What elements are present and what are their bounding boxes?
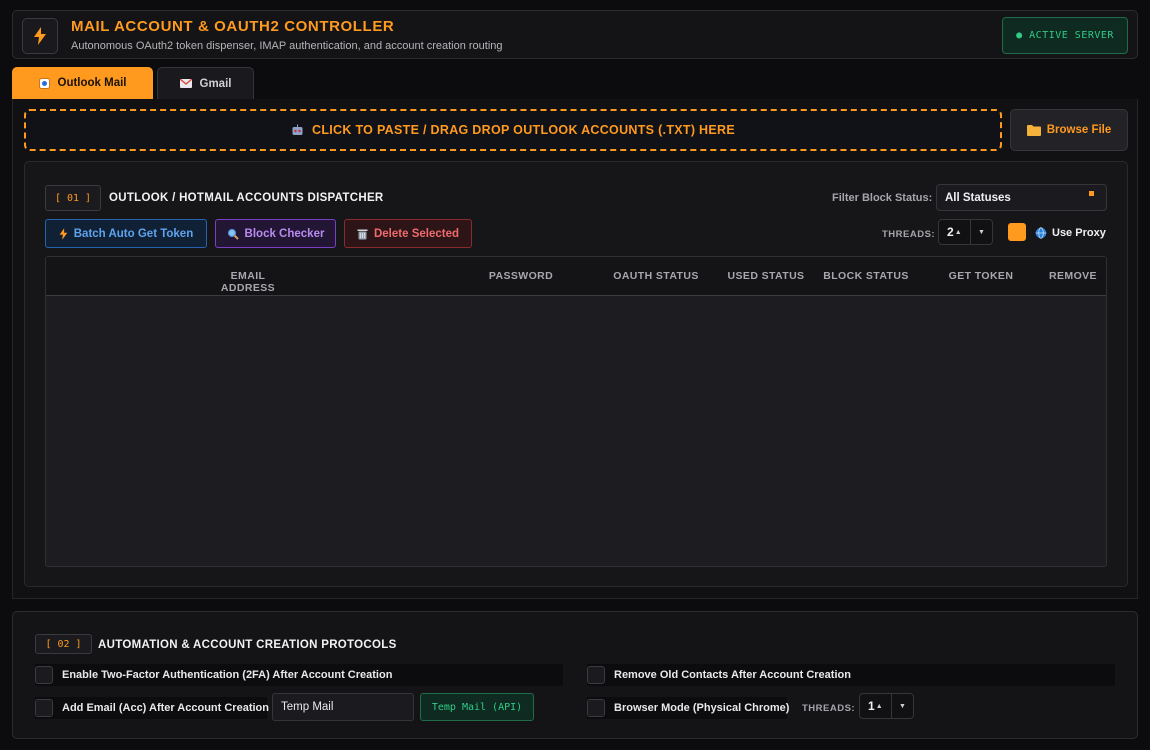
tab-gmail[interactable]: Gmail (157, 67, 254, 99)
batch-auto-get-token-button[interactable]: Batch Auto Get Token (45, 219, 207, 248)
section-number: [ 01 ] (45, 185, 101, 211)
checkbox[interactable] (587, 666, 605, 684)
app-title: MAIL ACCOUNT & OAUTH2 CONTROLLER (71, 18, 395, 35)
table-header: EMAIL ADDRESS PASSWORD OAUTH STATUS USED… (46, 257, 1106, 296)
threads-value: 2 (947, 225, 954, 239)
filter-value: All Statuses (945, 191, 1011, 204)
column-password[interactable]: PASSWORD (476, 270, 566, 282)
automation-threads-stepper[interactable]: 1 ▲ ▼ (859, 693, 914, 719)
button-label: Block Checker (244, 227, 325, 240)
chevron-down-icon[interactable]: ▼ (891, 694, 913, 718)
block-checker-button[interactable]: Block Checker (215, 219, 336, 248)
column-block-status[interactable]: BLOCK STATUS (816, 270, 916, 282)
filter-block-status-label: Filter Block Status: (832, 192, 933, 204)
column-used-status[interactable]: USED STATUS (721, 270, 811, 282)
tab-label: Outlook Mail (57, 77, 127, 89)
lightning-icon (59, 227, 68, 240)
use-proxy-checkbox[interactable] (1008, 223, 1026, 241)
option-label: Browser Mode (Physical Chrome) (614, 702, 790, 714)
column-get-token[interactable]: GET TOKEN (936, 270, 1026, 282)
gmail-icon (179, 79, 192, 88)
server-status-badge: ● ACTIVE SERVER (1002, 17, 1128, 54)
section-title: OUTLOOK / HOTMAIL ACCOUNTS DISPATCHER (109, 192, 384, 204)
lightning-icon (34, 27, 46, 45)
magnifier-icon (227, 228, 239, 240)
outlook-panel: CLICK TO PASTE / DRAG DROP OUTLOOK ACCOU… (12, 99, 1138, 599)
dropzone-label: CLICK TO PASTE / DRAG DROP OUTLOOK ACCOU… (312, 123, 735, 137)
chevron-down-icon[interactable]: ▼ (970, 220, 992, 244)
spin-up-icon[interactable]: ▲ (876, 703, 883, 710)
threads-label: THREADS: (882, 229, 936, 240)
temp-mail-api-button[interactable]: Temp Mail (API) (420, 693, 534, 721)
section-title: AUTOMATION & ACCOUNT CREATION PROTOCOLS (98, 639, 397, 651)
option-label: Enable Two-Factor Authentication (2FA) A… (62, 669, 393, 681)
column-remove[interactable]: REMOVE (1038, 270, 1106, 282)
spin-up-icon[interactable]: ▲ (955, 229, 962, 236)
threads-stepper[interactable]: 2 ▲ ▼ (938, 219, 993, 245)
app-header: MAIL ACCOUNT & OAUTH2 CONTROLLER Autonom… (12, 10, 1138, 59)
globe-icon (1035, 227, 1047, 239)
threads-value: 1 (868, 699, 875, 713)
checkbox[interactable] (35, 666, 53, 684)
trash-icon (357, 229, 368, 239)
dispatcher-card: [ 01 ] OUTLOOK / HOTMAIL ACCOUNTS DISPAT… (24, 161, 1128, 587)
option-add-email[interactable]: Add Email (Acc) After Account Creation (35, 697, 269, 719)
outlook-icon (38, 77, 50, 89)
option-browser-mode[interactable]: Browser Mode (Physical Chrome) (587, 697, 790, 719)
button-label: Delete Selected (373, 227, 459, 240)
caret-icon (1089, 191, 1094, 196)
accounts-table: EMAIL ADDRESS PASSWORD OAUTH STATUS USED… (45, 256, 1107, 567)
logo (22, 18, 58, 54)
browse-label: Browse File (1046, 124, 1112, 136)
option-enable-2fa[interactable]: Enable Two-Factor Authentication (2FA) A… (35, 664, 563, 686)
proxy-text: Use Proxy (1052, 227, 1106, 239)
tab-outlook-mail[interactable]: Outlook Mail (12, 67, 153, 99)
app-subtitle: Autonomous OAuth2 token dispenser, IMAP … (71, 40, 503, 52)
column-oauth-status[interactable]: OAUTH STATUS (606, 270, 706, 282)
delete-selected-button[interactable]: Delete Selected (344, 219, 472, 248)
threads-label: THREADS: (802, 703, 856, 714)
temp-mail-input[interactable]: Temp Mail (272, 693, 414, 721)
option-remove-old-contacts[interactable]: Remove Old Contacts After Account Creati… (587, 664, 1115, 686)
browse-file-button[interactable]: Browse File (1010, 109, 1128, 151)
robot-icon (292, 124, 303, 135)
option-label: Add Email (Acc) After Account Creation (62, 702, 269, 714)
checkbox[interactable] (35, 699, 53, 717)
use-proxy-label[interactable]: Use Proxy (1035, 227, 1106, 239)
paste-dropzone[interactable]: CLICK TO PASTE / DRAG DROP OUTLOOK ACCOU… (24, 109, 1002, 151)
option-label: Remove Old Contacts After Account Creati… (614, 669, 851, 681)
checkbox[interactable] (587, 699, 605, 717)
folder-icon (1026, 124, 1041, 136)
automation-panel: [ 02 ] AUTOMATION & ACCOUNT CREATION PRO… (12, 611, 1138, 739)
tab-label: Gmail (199, 77, 232, 90)
button-label: Batch Auto Get Token (73, 227, 194, 240)
section-number: [ 02 ] (35, 634, 92, 654)
filter-block-status-select[interactable]: All Statuses (936, 184, 1107, 211)
column-email[interactable]: EMAIL ADDRESS (203, 270, 293, 294)
